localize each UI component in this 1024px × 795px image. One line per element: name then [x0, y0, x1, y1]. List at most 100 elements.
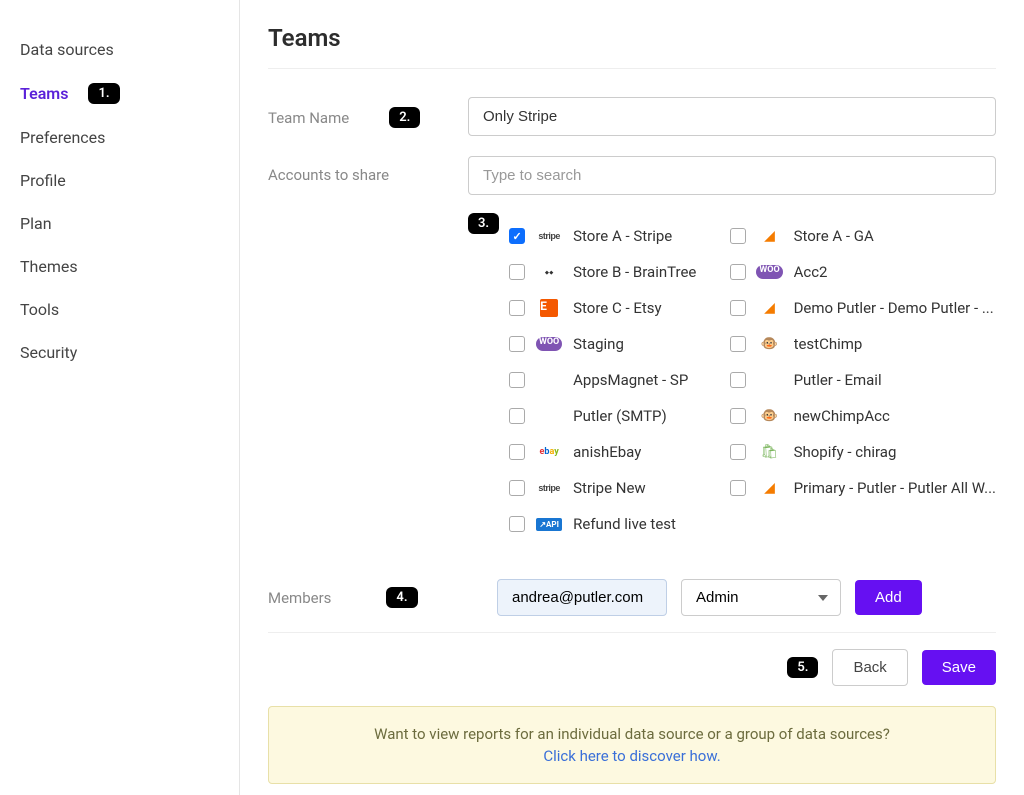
- blank-icon: [756, 371, 784, 389]
- member-role-select[interactable]: Admin: [681, 579, 841, 616]
- account-checkbox[interactable]: [509, 300, 525, 316]
- account-checkbox[interactable]: [509, 228, 525, 244]
- ebay-icon: ebay: [535, 443, 563, 461]
- sidebar-item-label: Themes: [20, 257, 78, 276]
- accounts-search-input[interactable]: [468, 156, 996, 195]
- api-icon: ↗API: [535, 515, 563, 533]
- account-label: Putler (SMTP): [573, 407, 667, 425]
- team-name-row: Team Name 2.: [268, 97, 996, 136]
- add-button[interactable]: Add: [855, 580, 922, 615]
- step-badge-3: 3.: [468, 213, 499, 234]
- account-checkbox[interactable]: [730, 264, 746, 280]
- account-checkbox[interactable]: [509, 264, 525, 280]
- account-checkbox[interactable]: [509, 516, 525, 532]
- account-item[interactable]: AppsMagnet - SP: [509, 365, 719, 395]
- account-item[interactable]: ◢ Store A - GA: [730, 221, 996, 251]
- account-checkbox[interactable]: [730, 336, 746, 352]
- account-checkbox[interactable]: [730, 408, 746, 424]
- account-item[interactable]: ↗API Refund live test: [509, 509, 719, 539]
- step-badge-4: 4.: [386, 587, 417, 608]
- sidebar-item-label: Data sources: [20, 40, 114, 59]
- account-label: Stripe New: [573, 479, 646, 497]
- mc-icon: 🐵: [756, 335, 784, 353]
- account-item[interactable]: ◢Primary - Putler - Putler All W...: [730, 473, 996, 503]
- sidebar-item-themes[interactable]: Themes: [20, 245, 219, 288]
- sidebar-item-label: Security: [20, 343, 77, 362]
- stripe-icon: stripe: [535, 227, 563, 245]
- account-label: AppsMagnet - SP: [573, 371, 688, 389]
- account-label: Demo Putler - Demo Putler - ...: [794, 299, 994, 317]
- banner-text: Want to view reports for an individual d…: [374, 725, 890, 743]
- blank-icon: [535, 371, 563, 389]
- back-button[interactable]: Back: [832, 649, 907, 686]
- team-name-label: Team Name: [268, 109, 349, 127]
- member-email-input[interactable]: [497, 579, 667, 616]
- account-checkbox[interactable]: [730, 444, 746, 460]
- sidebar-item-label: Plan: [20, 214, 52, 233]
- sidebar-item-label: Preferences: [20, 128, 105, 147]
- account-label: Shopify - chirag: [794, 443, 897, 461]
- save-button[interactable]: Save: [922, 650, 996, 685]
- braintree-icon: ⬩⬩: [535, 263, 563, 281]
- step-badge-5: 5.: [787, 657, 818, 678]
- account-label: Refund live test: [573, 515, 676, 533]
- account-checkbox[interactable]: [509, 444, 525, 460]
- account-item[interactable]: 🛍 Shopify - chirag: [730, 437, 996, 467]
- sidebar-item-profile[interactable]: Profile: [20, 159, 219, 202]
- blank-icon: [535, 407, 563, 425]
- sidebar-item-preferences[interactable]: Preferences: [20, 116, 219, 159]
- account-checkbox[interactable]: [730, 228, 746, 244]
- account-item[interactable]: ebay anishEbay: [509, 437, 719, 467]
- account-checkbox[interactable]: [730, 372, 746, 388]
- sidebar-item-security[interactable]: Security: [20, 331, 219, 374]
- step-badge-2: 2.: [389, 107, 420, 128]
- account-label: Store A - Stripe: [573, 227, 672, 245]
- sidebar-item-data-sources[interactable]: Data sources: [20, 28, 219, 71]
- account-label: Acc2: [794, 263, 828, 281]
- etsy-icon: E: [535, 299, 563, 317]
- shopify-icon: 🛍: [756, 443, 784, 461]
- ga-icon: ◢: [756, 299, 784, 317]
- account-checkbox[interactable]: [509, 480, 525, 496]
- account-item[interactable]: ⬩⬩ Store B - BrainTree: [509, 257, 719, 287]
- sidebar-item-label: Teams: [20, 84, 68, 103]
- page-title: Teams: [268, 24, 996, 69]
- account-checkbox[interactable]: [730, 480, 746, 496]
- account-label: Staging: [573, 335, 624, 353]
- account-checkbox[interactable]: [730, 300, 746, 316]
- account-checkbox[interactable]: [509, 408, 525, 424]
- account-item[interactable]: E Store C - Etsy: [509, 293, 719, 323]
- members-label: Members: [268, 589, 331, 607]
- account-item[interactable]: Putler (SMTP): [509, 401, 719, 431]
- account-checkbox[interactable]: [509, 336, 525, 352]
- accounts-grid: stripe Store A - Stripe ◢ Store A - GA ⬩⬩ Sto…: [509, 221, 996, 539]
- banner-link[interactable]: Click here to discover how.: [287, 747, 977, 765]
- sidebar-item-teams[interactable]: Teams 1.: [20, 71, 219, 116]
- account-item[interactable]: Putler - Email: [730, 365, 996, 395]
- account-label: Store B - BrainTree: [573, 263, 696, 281]
- mc-icon: 🐵: [756, 407, 784, 425]
- account-label: Store C - Etsy: [573, 299, 661, 317]
- account-item[interactable]: stripe Stripe New: [509, 473, 719, 503]
- ga-icon: ◢: [756, 227, 784, 245]
- account-item[interactable]: ◢ Demo Putler - Demo Putler - ...: [730, 293, 996, 323]
- account-label: Putler - Email: [794, 371, 882, 389]
- account-label: Primary - Putler - Putler All W...: [794, 479, 996, 497]
- sidebar-item-label: Tools: [20, 300, 59, 319]
- account-item[interactable]: 🐵testChimp: [730, 329, 996, 359]
- accounts-label: Accounts to share: [268, 166, 389, 184]
- account-item[interactable]: stripe Store A - Stripe: [509, 221, 719, 251]
- woo-icon: WOO: [535, 335, 563, 353]
- stripe-icon: stripe: [535, 479, 563, 497]
- account-label: anishEbay: [573, 443, 641, 461]
- step-badge-1: 1.: [88, 83, 119, 104]
- account-item[interactable]: WOO Staging: [509, 329, 719, 359]
- team-name-input[interactable]: [468, 97, 996, 136]
- sidebar-item-plan[interactable]: Plan: [20, 202, 219, 245]
- account-label: Store A - GA: [794, 227, 874, 245]
- account-checkbox[interactable]: [509, 372, 525, 388]
- account-item[interactable]: WOOAcc2: [730, 257, 996, 287]
- sidebar-item-tools[interactable]: Tools: [20, 288, 219, 331]
- members-row: Members 4. Admin Add: [268, 579, 996, 633]
- account-item[interactable]: 🐵newChimpAcc: [730, 401, 996, 431]
